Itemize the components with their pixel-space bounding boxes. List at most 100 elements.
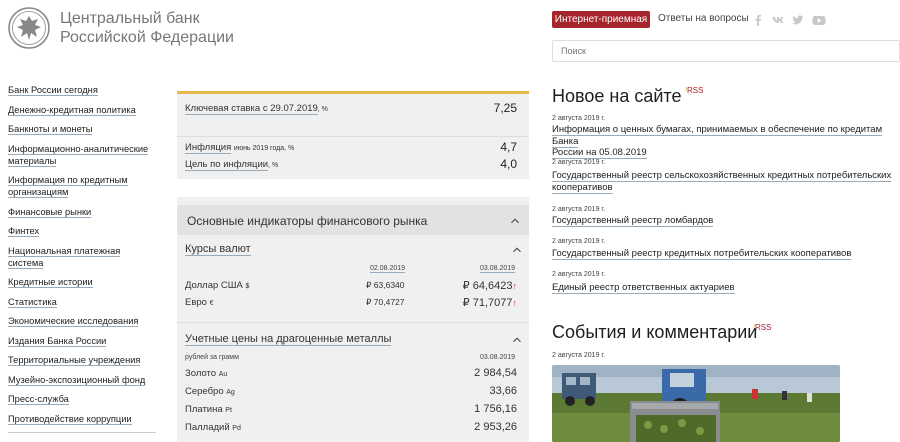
metal-row-platinum: Платина Pt 1 756,16 [185, 403, 517, 415]
key-rate-label: Ключевая ставка с [185, 103, 268, 114]
accent-bar [177, 91, 529, 94]
news-date: 2 августа 2019 г. [552, 271, 606, 278]
currency-row-usd: Доллар США $ ₽ 63,6340 ₽ 64,6423↑ [185, 280, 518, 292]
metal-row-gold: Золото Au 2 984,54 [185, 367, 517, 379]
inflation-value: 4,7 [500, 140, 517, 154]
chevron-up-icon[interactable] [511, 217, 519, 223]
news-rss-link[interactable]: ⁾RSS [685, 86, 703, 95]
chevron-up-icon[interactable] [513, 336, 521, 342]
target-label: Цель по инфляции [185, 159, 269, 171]
facebook-icon[interactable] [752, 14, 764, 26]
news-item[interactable]: Информация о ценных бумагах, принимаемых… [552, 124, 900, 159]
panel-gap [177, 179, 529, 197]
divider [177, 136, 529, 137]
currency-value-prev: ₽ 63,6340 [366, 280, 405, 290]
metals-unit-note: рублей за грамм [185, 354, 239, 361]
key-rate-row[interactable]: Ключевая ставка с 29.07.2019, % 7,25 [185, 101, 517, 115]
metal-name: Золото [185, 368, 217, 379]
currency-value-current: ₽ 64,6423 [462, 280, 513, 292]
twitter-icon[interactable] [792, 14, 804, 26]
nav-item-fintech[interactable]: Финтех [8, 225, 158, 237]
nav-item-territorial[interactable]: Территориальные учреждения [8, 354, 158, 366]
indicators-header[interactable]: Основные индикаторы финансового рынка [177, 205, 529, 235]
metal-symbol: Pd [232, 425, 241, 432]
metal-price: 1 756,16 [474, 403, 517, 415]
metal-price: 2 953,26 [474, 421, 517, 433]
currency-date-1[interactable]: 02.08.2019 [370, 265, 406, 273]
news-date: 2 августа 2019 г. [552, 238, 606, 245]
news-date: 2 августа 2019 г. [552, 206, 606, 213]
event-date: 2 августа 2019 г. [552, 352, 606, 359]
trend-up-icon: ↑ [512, 298, 518, 308]
vk-icon[interactable] [772, 14, 786, 26]
currency-date-2[interactable]: 03.08.2019 [480, 265, 516, 273]
site-header: Центральный банк Российской Федерации Ин… [0, 0, 900, 62]
nav-item-museum[interactable]: Музейно-экспозиционный фонд [8, 374, 158, 386]
metal-symbol: Pt [225, 407, 232, 414]
nav-item-bank-today[interactable]: Банк России сегодня [8, 84, 158, 96]
currency-name: Доллар США [185, 280, 243, 291]
news-item[interactable]: Государственный реестр ломбардов [552, 215, 900, 227]
key-rate-value: 7,25 [493, 101, 517, 115]
metals-date: 03.08.2019 [480, 354, 516, 361]
nav-divider [8, 432, 156, 433]
key-rate-date: 29.07.2019 [270, 103, 318, 114]
rates-panel: Ключевая ставка с 29.07.2019, % 7,25 Инф… [177, 91, 529, 442]
news-date: 2 августа 2019 г. [552, 115, 606, 122]
indicators-title: Основные индикаторы финансового рынка [187, 214, 428, 228]
target-value: 4,0 [500, 157, 517, 171]
nav-item-credit-histories[interactable]: Кредитные истории [8, 276, 158, 288]
nav-item-financial-markets[interactable]: Финансовые рынки [8, 206, 158, 218]
youtube-icon[interactable] [812, 14, 826, 26]
metals-section-title[interactable]: Учетные цены на драгоценные металлы [185, 333, 392, 346]
currency-unit: € [209, 300, 214, 307]
nav-item-statistics[interactable]: Статистика [8, 296, 158, 308]
nav-item-banknotes-coins[interactable]: Банкноты и монеты [8, 123, 158, 135]
metal-name: Серебро [185, 386, 224, 397]
currency-section-title[interactable]: Курсы валют [185, 243, 251, 256]
currency-name: Евро [185, 297, 207, 308]
metal-symbol: Au [218, 371, 228, 378]
event-photo[interactable] [552, 365, 840, 442]
trend-up-icon: ↑ [512, 281, 518, 291]
news-item[interactable]: Государственный реестр кредитных потреби… [552, 248, 900, 260]
news-item[interactable]: Государственный реестр сельскохозяйствен… [552, 170, 900, 194]
nav-item-credit-orgs[interactable]: Информация по кредитным организациям [8, 174, 158, 198]
left-navigation: Банк России сегодня Денежно-кредитная по… [8, 84, 158, 432]
brand-name[interactable]: Центральный банк Российской Федерации [60, 9, 234, 47]
events-rss-link[interactable]: ⁾RSS [753, 323, 771, 332]
divider [177, 322, 529, 323]
currency-row-eur: Евро € ₽ 70,4727 ₽ 71,7077↑ [185, 297, 518, 309]
nav-item-monetary-policy[interactable]: Денежно-кредитная политика [8, 104, 158, 116]
inflation-label: Инфляция [185, 142, 232, 154]
events-heading[interactable]: События и комментарии [552, 322, 757, 343]
metal-symbol: Ag [226, 389, 235, 396]
nav-item-publications[interactable]: Издания Банка России [8, 335, 158, 347]
faq-link[interactable]: Ответы на вопросы [658, 13, 749, 24]
metal-name: Платина [185, 404, 223, 415]
internet-reception-button[interactable]: Интернет-приемная [552, 11, 650, 28]
news-heading[interactable]: Новое на сайте [552, 86, 681, 107]
brand-line-2: Российской Федерации [60, 29, 234, 46]
nav-item-press-service[interactable]: Пресс-служба [8, 393, 158, 405]
metal-row-palladium: Палладий Pd 2 953,26 [185, 421, 517, 433]
currency-value-current: ₽ 71,7077 [462, 297, 513, 309]
news-item[interactable]: Единый реестр ответственных актуариев [552, 282, 900, 294]
brand-line-1: Центральный банк [60, 10, 200, 27]
nav-item-anticorruption[interactable]: Противодействие коррупции [8, 413, 158, 425]
nav-item-economic-research[interactable]: Экономические исследования [8, 315, 158, 327]
bank-emblem-logo[interactable] [8, 7, 50, 49]
news-date: 2 августа 2019 г. [552, 159, 606, 166]
inflation-note: июнь 2019 года, % [233, 145, 295, 152]
target-unit: , % [268, 162, 279, 169]
key-rate-unit: , % [317, 106, 328, 113]
search-input[interactable] [552, 40, 900, 62]
inflation-row[interactable]: Инфляция июнь 2019 года, % 4,7 [185, 140, 517, 154]
chevron-up-icon[interactable] [513, 246, 521, 252]
nav-item-analytics[interactable]: Информационно-аналитические материалы [8, 143, 158, 167]
nav-item-payment-system[interactable]: Национальная платежная система [8, 245, 158, 269]
currency-value-prev: ₽ 70,4727 [366, 297, 405, 307]
currency-unit: $ [245, 283, 250, 290]
metal-price: 2 984,54 [474, 367, 517, 379]
inflation-target-row[interactable]: Цель по инфляции, % 4,0 [185, 157, 517, 171]
